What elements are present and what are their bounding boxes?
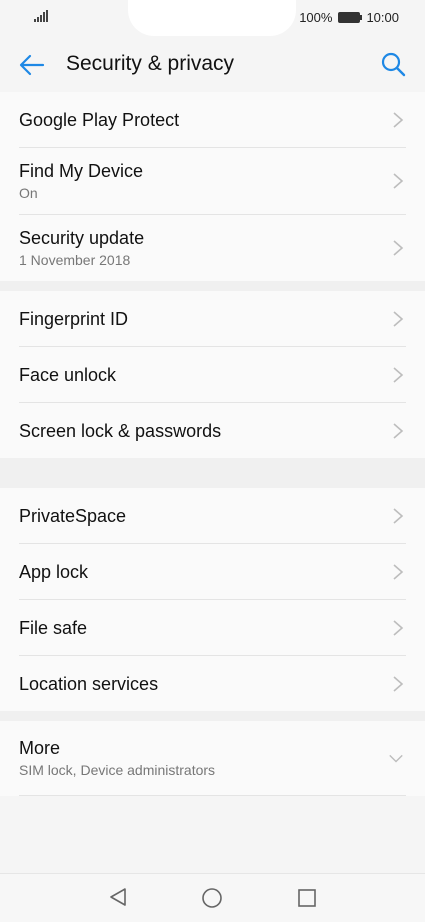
settings-list: Google Play Protect Find My Device On Se…: [0, 92, 425, 796]
settings-group-1: Google Play Protect Find My Device On Se…: [0, 92, 425, 281]
group-divider: [0, 281, 425, 291]
item-label: Find My Device: [19, 161, 144, 181]
item-fingerprint-id[interactable]: Fingerprint ID: [19, 291, 406, 347]
item-label: Location services: [19, 673, 159, 694]
item-face-unlock[interactable]: Face unlock: [19, 347, 406, 403]
group-divider: [0, 711, 425, 721]
nav-back-icon[interactable]: [107, 886, 129, 908]
nav-recent-apps-icon[interactable]: [297, 888, 317, 908]
status-bar: 100% 10:00: [0, 0, 425, 36]
back-arrow-icon[interactable]: [18, 51, 46, 79]
chevron-right-icon: [393, 422, 404, 439]
item-screen-lock[interactable]: Screen lock & passwords: [19, 403, 406, 458]
chevron-right-icon: [393, 619, 404, 636]
chevron-down-icon: [389, 754, 403, 763]
clock: 10:00: [366, 10, 399, 25]
item-location-services[interactable]: Location services: [19, 656, 406, 711]
app-bar: Security & privacy: [0, 36, 425, 92]
item-privatespace[interactable]: PrivateSpace: [19, 488, 406, 544]
search-icon[interactable]: [379, 50, 407, 78]
item-sub: On: [19, 185, 38, 201]
item-label: Security update: [19, 228, 145, 248]
page-title: Security & privacy: [66, 52, 235, 75]
item-label: App lock: [19, 561, 89, 582]
item-label: PrivateSpace: [19, 505, 127, 526]
item-label: Screen lock & passwords: [19, 420, 222, 441]
group-divider: [0, 458, 425, 488]
chevron-right-icon: [393, 366, 404, 383]
item-label: Fingerprint ID: [19, 308, 129, 329]
battery-percent: 100%: [299, 10, 333, 25]
item-app-lock[interactable]: App lock: [19, 544, 406, 600]
navigation-bar: [0, 873, 425, 922]
chevron-right-icon: [393, 111, 404, 128]
chevron-right-icon: [393, 173, 404, 189]
battery-icon: [338, 12, 363, 23]
item-label: More: [19, 738, 61, 758]
item-label: Google Play Protect: [19, 109, 180, 130]
item-label: Face unlock: [19, 364, 117, 385]
chevron-right-icon: [393, 310, 404, 327]
chevron-right-icon: [393, 240, 404, 256]
settings-group-3: PrivateSpace App lock File safe Location…: [0, 488, 425, 711]
item-sub: SIM lock, Device administrators: [19, 762, 216, 778]
item-more[interactable]: More SIM lock, Device administrators: [19, 721, 406, 796]
item-file-safe[interactable]: File safe: [19, 600, 406, 656]
item-security-update[interactable]: Security update 1 November 2018: [19, 215, 406, 281]
item-google-play-protect[interactable]: Google Play Protect: [19, 92, 406, 148]
settings-group-4: More SIM lock, Device administrators: [0, 721, 425, 796]
signal-icon: [34, 10, 48, 22]
item-sub: 1 November 2018: [19, 252, 131, 268]
item-find-my-device[interactable]: Find My Device On: [19, 148, 406, 215]
chevron-right-icon: [393, 563, 404, 580]
status-right: 100% 10:00: [299, 10, 399, 25]
nav-home-icon[interactable]: [201, 887, 223, 909]
chevron-right-icon: [393, 507, 404, 524]
item-label: File safe: [19, 617, 88, 638]
notch: [128, 0, 296, 36]
chevron-right-icon: [393, 675, 404, 692]
settings-group-2: Fingerprint ID Face unlock Screen lock &…: [0, 291, 425, 458]
